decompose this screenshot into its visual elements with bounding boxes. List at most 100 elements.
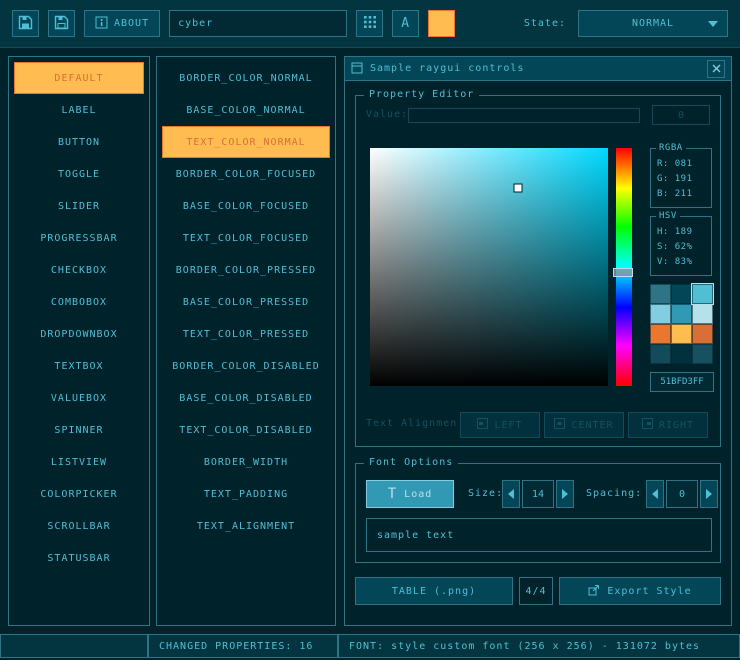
controls-item-listview[interactable]: LISTVIEW xyxy=(14,446,144,478)
style-color-swatch[interactable] xyxy=(692,344,713,364)
state-label: State: xyxy=(524,18,566,29)
statusbar-font-info: FONT: style custom font (256 x 256) - 13… xyxy=(338,634,740,658)
rgba-group: RGBA R: 081 G: 191 B: 211 xyxy=(650,148,712,208)
hue-slider-handle[interactable] xyxy=(613,268,633,277)
properties-item-text_color_disabled[interactable]: TEXT_COLOR_DISABLED xyxy=(162,414,330,446)
properties-item-border_width[interactable]: BORDER_WIDTH xyxy=(162,446,330,478)
align-right-button[interactable]: RIGHT xyxy=(628,412,708,438)
font-size-increase-button[interactable] xyxy=(556,480,574,508)
hex-color-input[interactable] xyxy=(650,372,714,392)
controls-item-scrollbar[interactable]: SCROLLBAR xyxy=(14,510,144,542)
font-size-value[interactable]: 14 xyxy=(522,480,554,508)
style-color-swatch[interactable] xyxy=(671,344,692,364)
controls-item-statusbar[interactable]: STATUSBAR xyxy=(14,542,144,574)
controls-item-textbox[interactable]: TEXTBOX xyxy=(14,350,144,382)
style-color-swatch[interactable] xyxy=(650,284,671,304)
load-font-button[interactable]: T Load xyxy=(366,480,454,508)
align-left-icon xyxy=(477,418,488,432)
export-table-png-button[interactable]: TABLE (.png) xyxy=(355,577,513,605)
window-close-button[interactable] xyxy=(707,60,725,78)
state-dropdown-value: NORMAL xyxy=(632,18,674,29)
font-size-label: Size: xyxy=(468,488,503,499)
color-picker-toggle-button[interactable] xyxy=(428,10,455,37)
controls-item-toggle[interactable]: TOGGLE xyxy=(14,158,144,190)
align-center-button[interactable]: CENTER xyxy=(544,412,624,438)
properties-item-border_color_normal[interactable]: BORDER_COLOR_NORMAL xyxy=(162,62,330,94)
controls-item-default[interactable]: DEFAULT xyxy=(14,62,144,94)
font-size-decrease-button[interactable] xyxy=(502,480,520,508)
properties-item-text_color_focused[interactable]: TEXT_COLOR_FOCUSED xyxy=(162,222,330,254)
export-style-button[interactable]: Export Style xyxy=(559,577,721,605)
controls-item-colorpicker[interactable]: COLORPICKER xyxy=(14,478,144,510)
hsv-saturation-value: S: 62% xyxy=(657,240,705,255)
controls-item-button[interactable]: BUTTON xyxy=(14,126,144,158)
controls-item-slider[interactable]: SLIDER xyxy=(14,190,144,222)
properties-item-text_color_pressed[interactable]: TEXT_COLOR_PRESSED xyxy=(162,318,330,350)
style-color-swatch[interactable] xyxy=(671,304,692,324)
about-button[interactable]: ABOUT xyxy=(84,10,160,37)
page-indicator[interactable]: 4/4 xyxy=(519,577,553,605)
style-color-swatch[interactable] xyxy=(650,324,671,344)
value-slider[interactable] xyxy=(408,108,640,123)
hsv-group: HSV H: 189 S: 62% V: 83% xyxy=(650,216,712,276)
value-box[interactable]: 0 xyxy=(652,105,710,125)
window-titlebar: Sample raygui controls xyxy=(345,57,731,81)
color-panel[interactable] xyxy=(370,148,608,386)
hue-slider[interactable] xyxy=(616,148,632,386)
hsv-hue-value: H: 189 xyxy=(657,225,705,240)
controls-item-spinner[interactable]: SPINNER xyxy=(14,414,144,446)
grid-icon xyxy=(363,15,377,32)
align-left-button[interactable]: LEFT xyxy=(460,412,540,438)
state-dropdown[interactable]: NORMAL xyxy=(578,10,728,37)
style-color-swatch[interactable] xyxy=(650,344,671,364)
style-color-swatch[interactable] xyxy=(650,304,671,324)
properties-item-base_color_disabled[interactable]: BASE_COLOR_DISABLED xyxy=(162,382,330,414)
save-style-button[interactable] xyxy=(12,10,39,37)
font-options-group: Font Options T Load Size: 14 Spacing: 0 xyxy=(355,463,721,563)
font-settings-button[interactable]: A xyxy=(392,10,419,37)
align-right-label: RIGHT xyxy=(659,420,694,431)
properties-item-text_color_normal[interactable]: TEXT_COLOR_NORMAL xyxy=(162,126,330,158)
controls-item-checkbox[interactable]: CHECKBOX xyxy=(14,254,144,286)
font-spacing-increase-button[interactable] xyxy=(700,480,718,508)
properties-item-border_color_disabled[interactable]: BORDER_COLOR_DISABLED xyxy=(162,350,330,382)
properties-item-text_padding[interactable]: TEXT_PADDING xyxy=(162,478,330,510)
rgba-blue-value: B: 211 xyxy=(657,187,705,202)
hsv-value-value: V: 83% xyxy=(657,255,705,270)
properties-item-border_color_pressed[interactable]: BORDER_COLOR_PRESSED xyxy=(162,254,330,286)
save-style-as-button[interactable] xyxy=(48,10,75,37)
sample-text-input[interactable] xyxy=(366,518,712,552)
chevron-down-icon xyxy=(708,21,718,27)
hsv-group-label: HSV xyxy=(656,211,680,221)
toolbar: ABOUT A State: NORMAL xyxy=(0,0,740,48)
style-color-swatch[interactable] xyxy=(692,284,713,304)
properties-item-base_color_normal[interactable]: BASE_COLOR_NORMAL xyxy=(162,94,330,126)
properties-item-base_color_pressed[interactable]: BASE_COLOR_PRESSED xyxy=(162,286,330,318)
controls-item-dropdownbox[interactable]: DROPDOWNBOX xyxy=(14,318,144,350)
rgba-group-label: RGBA xyxy=(656,143,686,153)
font-spacing-decrease-button[interactable] xyxy=(646,480,664,508)
align-center-icon xyxy=(554,418,565,432)
controls-item-progressbar[interactable]: PROGRESSBAR xyxy=(14,222,144,254)
controls-item-label[interactable]: LABEL xyxy=(14,94,144,126)
export-style-label: Export Style xyxy=(607,586,691,597)
properties-item-text_alignment[interactable]: TEXT_ALIGNMENT xyxy=(162,510,330,542)
align-right-icon xyxy=(642,418,653,432)
style-color-swatch[interactable] xyxy=(692,304,713,324)
statusbar-changed-properties: CHANGED PROPERTIES: 16 xyxy=(148,634,338,658)
state-selector-group: State: NORMAL xyxy=(524,10,728,37)
style-color-swatch[interactable] xyxy=(692,324,713,344)
properties-list: BORDER_COLOR_NORMALBASE_COLOR_NORMALTEXT… xyxy=(156,56,336,626)
font-spacing-value[interactable]: 0 xyxy=(666,480,698,508)
color-panel-cursor xyxy=(514,185,521,192)
style-color-swatch[interactable] xyxy=(671,284,692,304)
property-editor-group: Property Editor Value: 0 RGBA R: 081 G: … xyxy=(355,95,721,447)
style-name-input[interactable] xyxy=(169,10,347,37)
style-color-swatch[interactable] xyxy=(671,324,692,344)
properties-item-border_color_focused[interactable]: BORDER_COLOR_FOCUSED xyxy=(162,158,330,190)
properties-item-base_color_focused[interactable]: BASE_COLOR_FOCUSED xyxy=(162,190,330,222)
controls-item-combobox[interactable]: COMBOBOX xyxy=(14,286,144,318)
style-table-button[interactable] xyxy=(356,10,383,37)
text-t-icon: T xyxy=(388,487,397,501)
controls-item-valuebox[interactable]: VALUEBOX xyxy=(14,382,144,414)
